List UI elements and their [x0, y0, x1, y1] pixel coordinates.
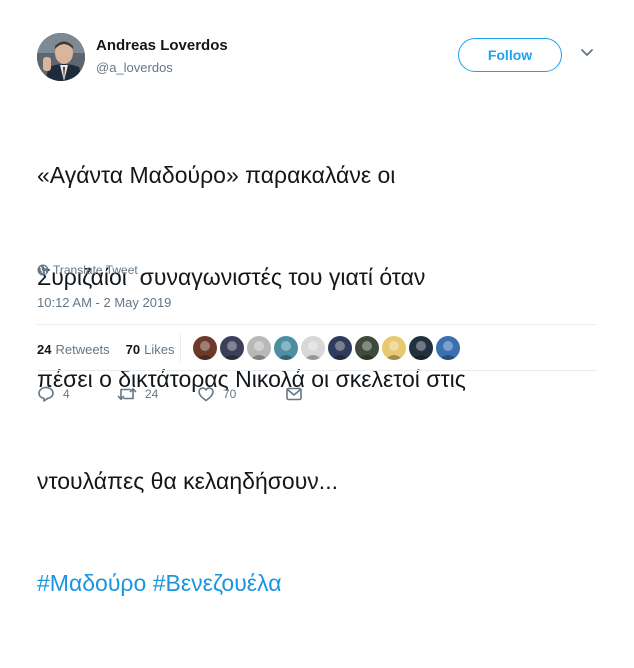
tweet-actions: 4 24 70: [37, 385, 303, 403]
retweet-icon: [117, 388, 137, 400]
heart-icon: [198, 387, 214, 402]
retweet-button[interactable]: 24: [117, 385, 197, 403]
chevron-down-icon[interactable]: [580, 48, 594, 58]
engagement-stats: 24 Retweets 70 Likes: [37, 342, 191, 357]
retweet-count: 24: [145, 387, 159, 401]
liker-avatar[interactable]: [274, 336, 298, 360]
liker-avatar[interactable]: [247, 336, 271, 360]
hashtag-link[interactable]: #Μαδούρο: [37, 570, 146, 596]
liker-avatar[interactable]: [436, 336, 460, 360]
direct-message-button[interactable]: [285, 386, 303, 402]
author-handle[interactable]: @a_loverdos: [96, 60, 173, 75]
avatar[interactable]: [37, 33, 85, 81]
retweets-label: Retweets: [55, 342, 110, 357]
like-button[interactable]: 70: [197, 385, 285, 403]
retweets-stat[interactable]: 24 Retweets: [37, 342, 110, 357]
translate-label[interactable]: Translate Tweet: [53, 263, 138, 277]
author-name[interactable]: Andreas Loverdos: [96, 37, 228, 54]
tweet-card: Andreas Loverdos @a_loverdos Follow «Αγά…: [0, 0, 634, 596]
divider: [37, 324, 597, 325]
reply-count: 4: [63, 387, 70, 401]
follow-button[interactable]: Follow: [458, 38, 562, 72]
liker-avatar[interactable]: [328, 336, 352, 360]
liker-avatars: [193, 336, 460, 360]
divider: [37, 370, 597, 371]
liker-avatar[interactable]: [355, 336, 379, 360]
envelope-icon: [286, 387, 302, 401]
likes-label: Likes: [144, 342, 175, 357]
likes-stat[interactable]: 70 Likes: [126, 342, 175, 357]
liker-avatar[interactable]: [409, 336, 433, 360]
tweet-line: ντουλάπες θα κελαηδήσουν...: [37, 468, 338, 494]
hashtag-link[interactable]: #Βενεζουέλα: [153, 570, 282, 596]
globe-icon: [37, 264, 49, 276]
hashtag-line: #Μαδούρο #Βενεζουέλα: [37, 566, 607, 600]
likes-count: 70: [125, 342, 141, 357]
stats-separator: [180, 333, 181, 363]
retweets-count: 24: [37, 342, 52, 357]
liker-avatar[interactable]: [220, 336, 244, 360]
liker-avatar[interactable]: [301, 336, 325, 360]
liker-avatar[interactable]: [382, 336, 406, 360]
timestamp[interactable]: 10:12 AM - 2 May 2019: [37, 295, 171, 310]
translate-tweet[interactable]: Translate Tweet: [37, 263, 138, 277]
reply-button[interactable]: 4: [37, 385, 117, 403]
reply-icon: [38, 386, 54, 402]
tweet-text: «Αγάντα Μαδούρο» παρακαλάνε οι Συριζαίοι…: [37, 90, 607, 668]
like-count: 70: [223, 387, 237, 401]
tweet-line: «Αγάντα Μαδούρο» παρακαλάνε οι: [37, 162, 396, 188]
liker-avatar[interactable]: [193, 336, 217, 360]
